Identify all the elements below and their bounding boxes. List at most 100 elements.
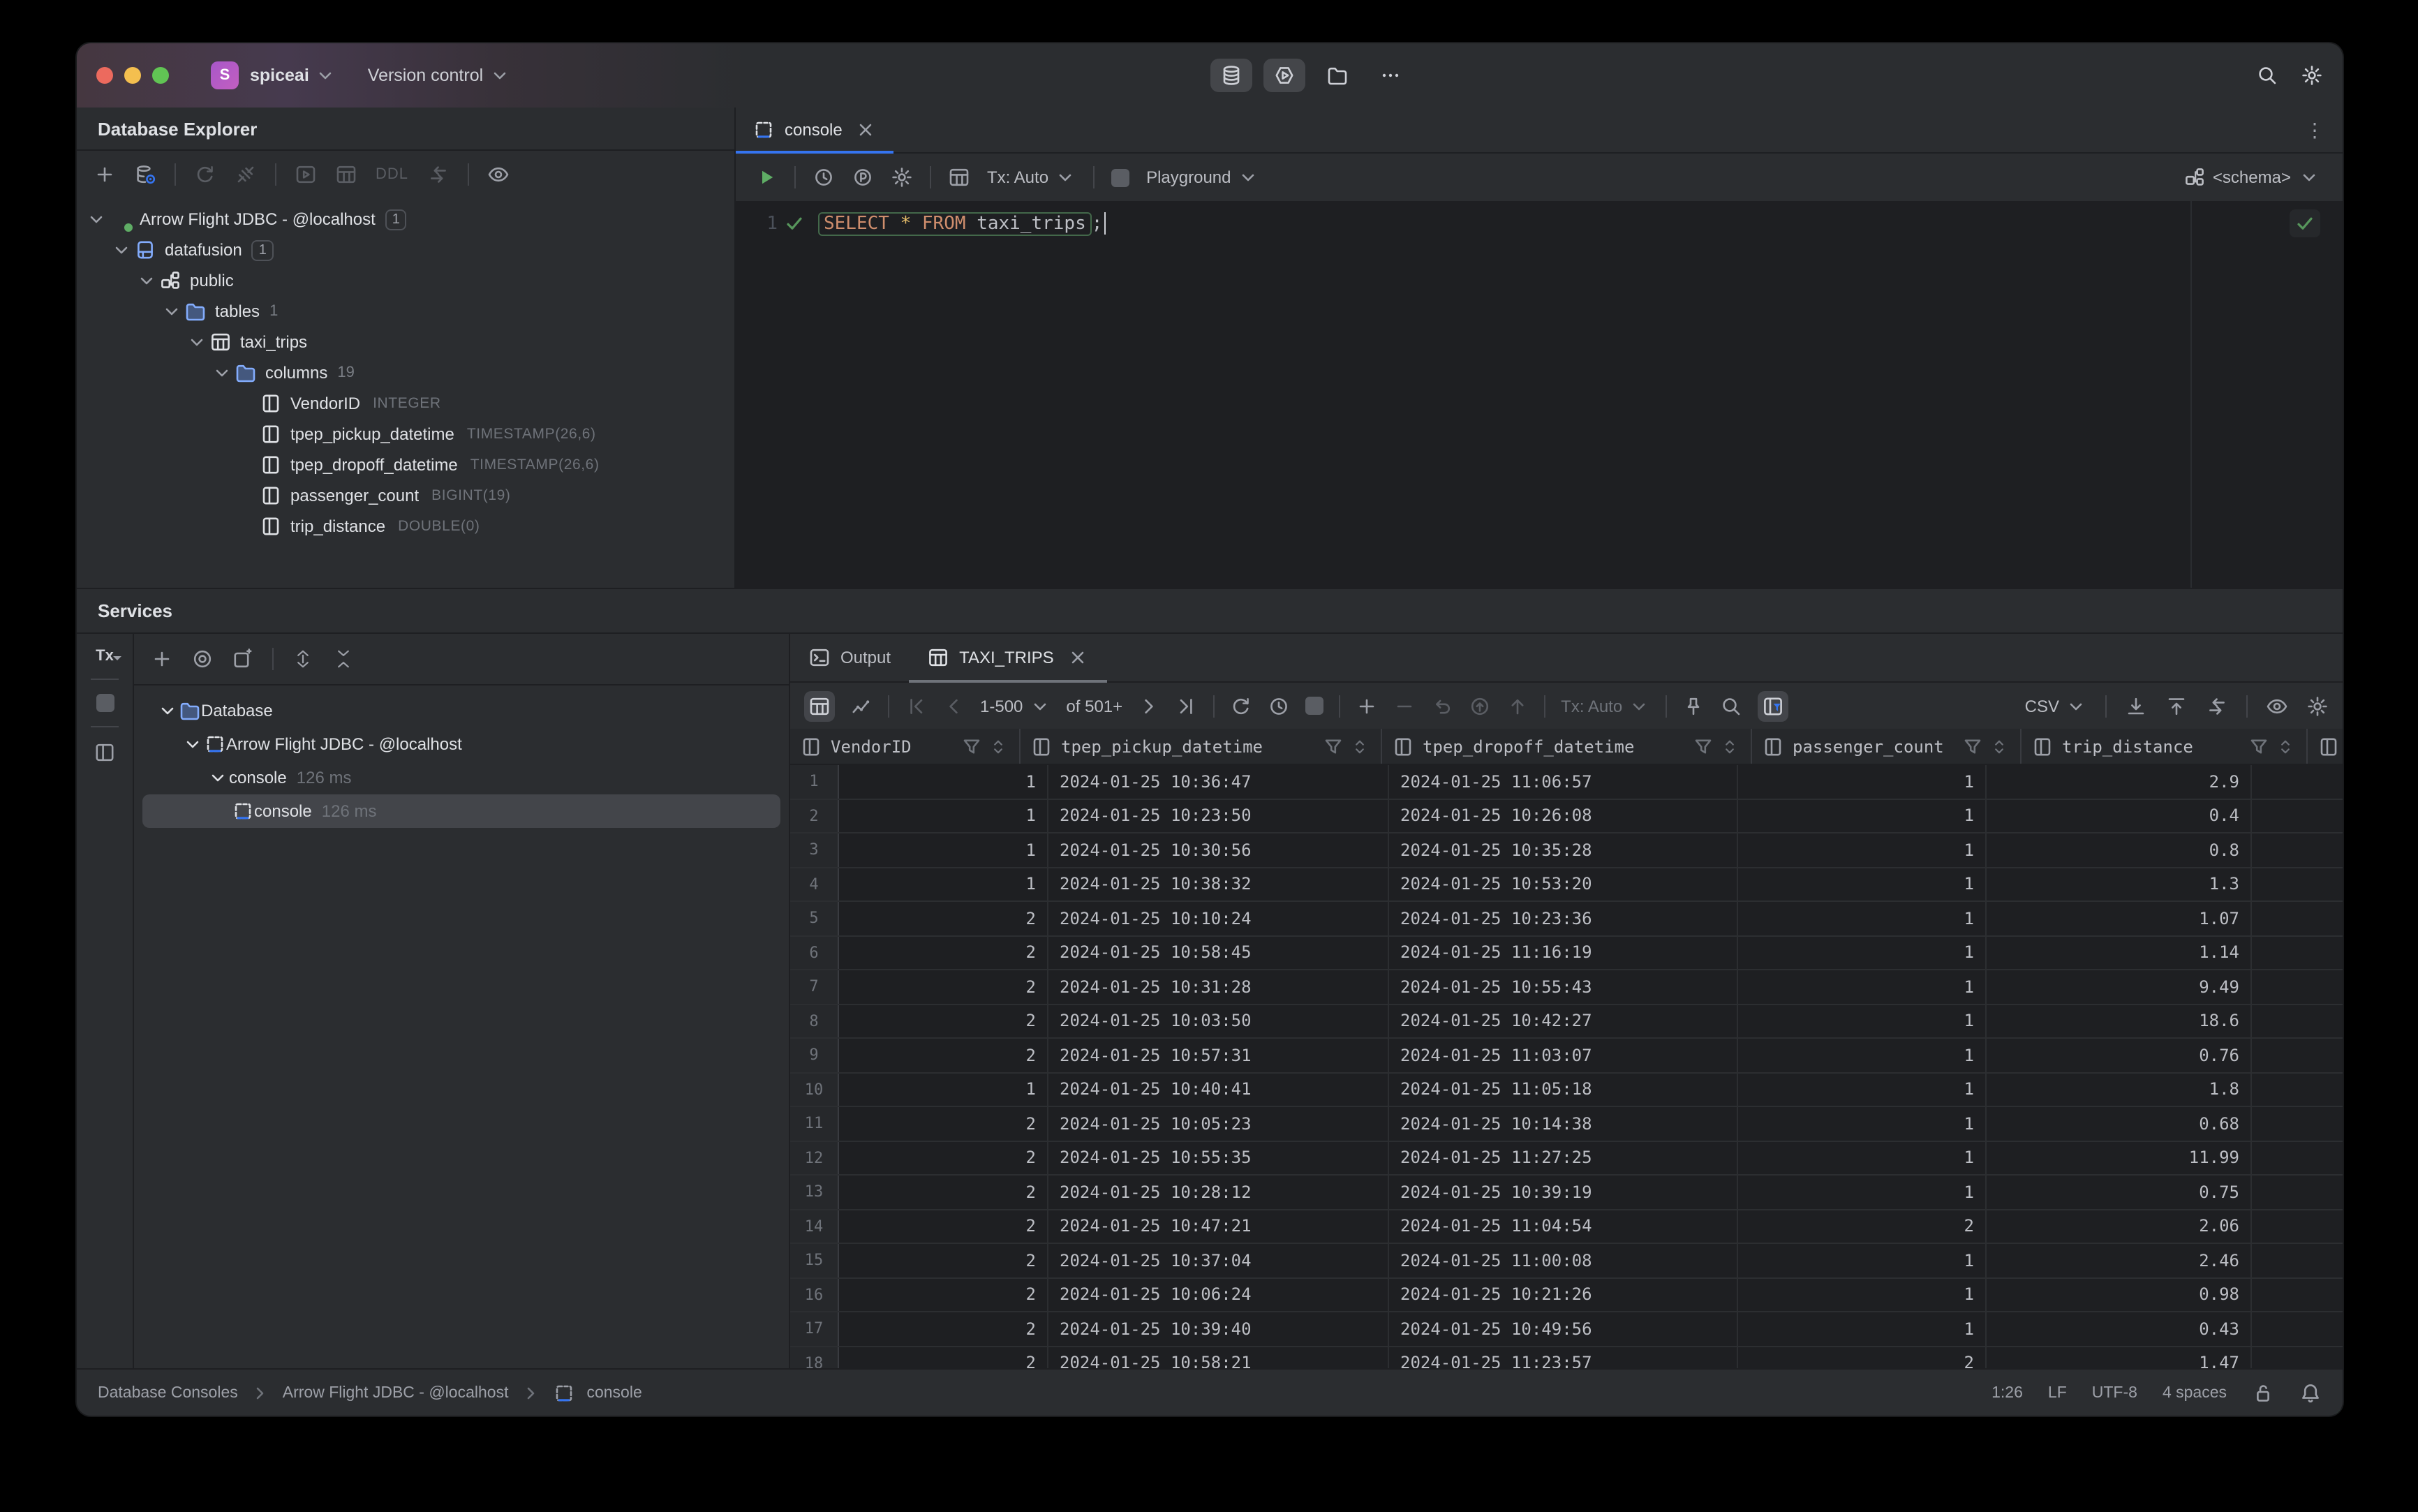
filter-funnel-icon[interactable] [960,735,983,757]
cell-trip_distance[interactable]: 11.99 [1987,1141,2252,1174]
chevron-down-icon[interactable] [161,300,183,323]
filter-funnel-icon[interactable] [1961,735,1984,757]
chart-view-icon[interactable] [850,695,873,717]
cell-rate[interactable] [2252,1039,2343,1072]
execute-button[interactable] [755,166,778,188]
cell-passenger_count[interactable]: 1 [1738,765,1987,798]
cell-trip_distance[interactable]: 2.46 [1987,1244,2252,1277]
import-icon[interactable] [2125,695,2147,717]
cell-tpep_pickup_datetime[interactable]: 2024-01-25 10:30:56 [1048,833,1389,866]
tx-toggle-button[interactable]: Tx [96,648,122,665]
row-number[interactable]: 3 [790,833,839,866]
cell-vendorid[interactable]: 1 [839,868,1048,900]
breadcrumb-item[interactable]: Database Consoles [98,1384,238,1401]
cell-vendorid[interactable]: 2 [839,1278,1048,1311]
tx-mode-select[interactable]: Tx: Auto [987,166,1076,188]
schema-select[interactable]: <schema> [2183,166,2320,188]
cell-vendorid[interactable]: 2 [839,1244,1048,1277]
cell-tpep_pickup_datetime[interactable]: 2024-01-25 10:05:23 [1048,1107,1389,1140]
cell-tpep_dropoff_datetime[interactable]: 2024-01-25 10:21:26 [1389,1278,1738,1311]
cell-passenger_count[interactable]: 1 [1738,799,1987,832]
inspections-ok-check-icon[interactable] [2290,209,2320,237]
database-explorer-header[interactable]: Database Explorer [77,108,734,151]
cell-rate[interactable] [2252,868,2343,900]
show-selected-icon[interactable] [191,648,214,670]
page-range-select[interactable]: 1-500 [980,695,1051,717]
cell-tpep_dropoff_datetime[interactable]: 2024-01-25 11:03:07 [1389,1039,1738,1072]
cell-passenger_count[interactable]: 1 [1738,970,1987,1003]
tree-item-passenger-count[interactable]: passenger_count BIGINT(19) [77,480,734,511]
tree-item-public[interactable]: public [77,265,734,296]
cell-passenger_count[interactable]: 1 [1738,1005,1987,1037]
chevron-down-icon[interactable] [85,208,107,230]
cell-rate[interactable] [2252,1210,2343,1243]
cell-vendorid[interactable]: 1 [839,765,1048,798]
column-header-passenger_count[interactable]: passenger_count [1752,729,2022,764]
chevron-down-icon[interactable] [211,362,233,384]
cell-passenger_count[interactable]: 1 [1738,902,1987,935]
add-row-icon[interactable] [1356,695,1378,717]
cell-tpep_dropoff_datetime[interactable]: 2024-01-25 10:14:38 [1389,1107,1738,1140]
cell-rate[interactable] [2252,936,2343,969]
cell-passenger_count[interactable]: 1 [1738,1312,1987,1345]
cell-vendorid[interactable]: 1 [839,833,1048,866]
row-number[interactable]: 5 [790,902,839,935]
ddl-button[interactable]: DDL [376,166,408,183]
cell-tpep_dropoff_datetime[interactable]: 2024-01-25 11:00:08 [1389,1244,1738,1277]
cell-passenger_count[interactable]: 1 [1738,833,1987,866]
grid-settings-gear-icon[interactable] [2306,695,2329,717]
next-page-icon[interactable] [1138,695,1160,717]
tree-item-tpep-dropoff-datetime[interactable]: tpep_dropoff_datetime TIMESTAMP(26,6) [77,450,734,480]
code-editor[interactable]: 1 SELECT * FROM taxi_trips; [736,201,2343,588]
cell-tpep_pickup_datetime[interactable]: 2024-01-25 10:40:41 [1048,1073,1389,1106]
encoding[interactable]: UTF-8 [2092,1384,2137,1401]
cell-passenger_count[interactable]: 1 [1738,868,1987,900]
row-number[interactable]: 7 [790,970,839,1003]
stop-button[interactable] [1111,168,1130,186]
delete-row-icon[interactable] [1393,695,1416,717]
cell-passenger_count[interactable]: 2 [1738,1347,1987,1371]
chevron-down-icon[interactable] [186,331,208,353]
cell-rate[interactable] [2252,1141,2343,1174]
tree-item-tables[interactable]: tables 1 [77,296,734,327]
run-playground-button[interactable] [1263,59,1305,92]
lock-open-icon[interactable] [2252,1381,2274,1404]
cell-rate[interactable] [2252,1073,2343,1106]
cell-tpep_dropoff_datetime[interactable]: 2024-01-25 10:26:08 [1389,799,1738,832]
cell-tpep_pickup_datetime[interactable]: 2024-01-25 10:36:47 [1048,765,1389,798]
row-number[interactable]: 18 [790,1347,839,1371]
tree-item-arrow-flight-jdbc-localhost[interactable]: Arrow Flight JDBC - @localhost [142,727,780,761]
open-in-new-tab-icon[interactable] [232,648,254,670]
cell-trip_distance[interactable]: 2.06 [1987,1210,2252,1243]
collapse-all-icon[interactable] [332,648,355,670]
cell-tpep_pickup_datetime[interactable]: 2024-01-25 10:37:04 [1048,1244,1389,1277]
row-number[interactable]: 2 [790,799,839,832]
project-avatar[interactable]: S [211,61,239,89]
export-icon[interactable] [2165,695,2188,717]
tree-item-trip-distance[interactable]: trip_distance DOUBLE(0) [77,511,734,542]
indent-size[interactable]: 4 spaces [2163,1384,2227,1401]
view-options-icon[interactable] [487,163,509,186]
row-number[interactable]: 15 [790,1244,839,1277]
cell-rate[interactable] [2252,902,2343,935]
switch-session-icon[interactable] [2206,695,2228,717]
breadcrumb-item[interactable]: console [586,1384,641,1401]
cell-rate[interactable] [2252,970,2343,1003]
cell-passenger_count[interactable]: 1 [1738,1141,1987,1174]
line-ending[interactable]: LF [2048,1384,2067,1401]
cell-trip_distance[interactable]: 0.76 [1987,1039,2252,1072]
export-format-select[interactable]: CSV [2025,695,2087,717]
cell-tpep_dropoff_datetime[interactable]: 2024-01-25 10:23:36 [1389,902,1738,935]
tree-item-columns[interactable]: columns 19 [77,357,734,388]
cell-vendorid[interactable]: 2 [839,936,1048,969]
chevron-down-icon[interactable] [207,766,229,789]
cell-trip_distance[interactable]: 1.14 [1987,936,2252,969]
project-files-button[interactable] [1316,59,1358,92]
cell-rate[interactable] [2252,1005,2343,1037]
chevron-down-icon[interactable] [135,269,158,292]
cell-tpep_dropoff_datetime[interactable]: 2024-01-25 10:42:27 [1389,1005,1738,1037]
cell-vendorid[interactable]: 2 [839,1141,1048,1174]
chevron-down-icon[interactable] [156,699,179,722]
cell-vendorid[interactable]: 2 [839,970,1048,1003]
cell-trip_distance[interactable]: 0.68 [1987,1107,2252,1140]
